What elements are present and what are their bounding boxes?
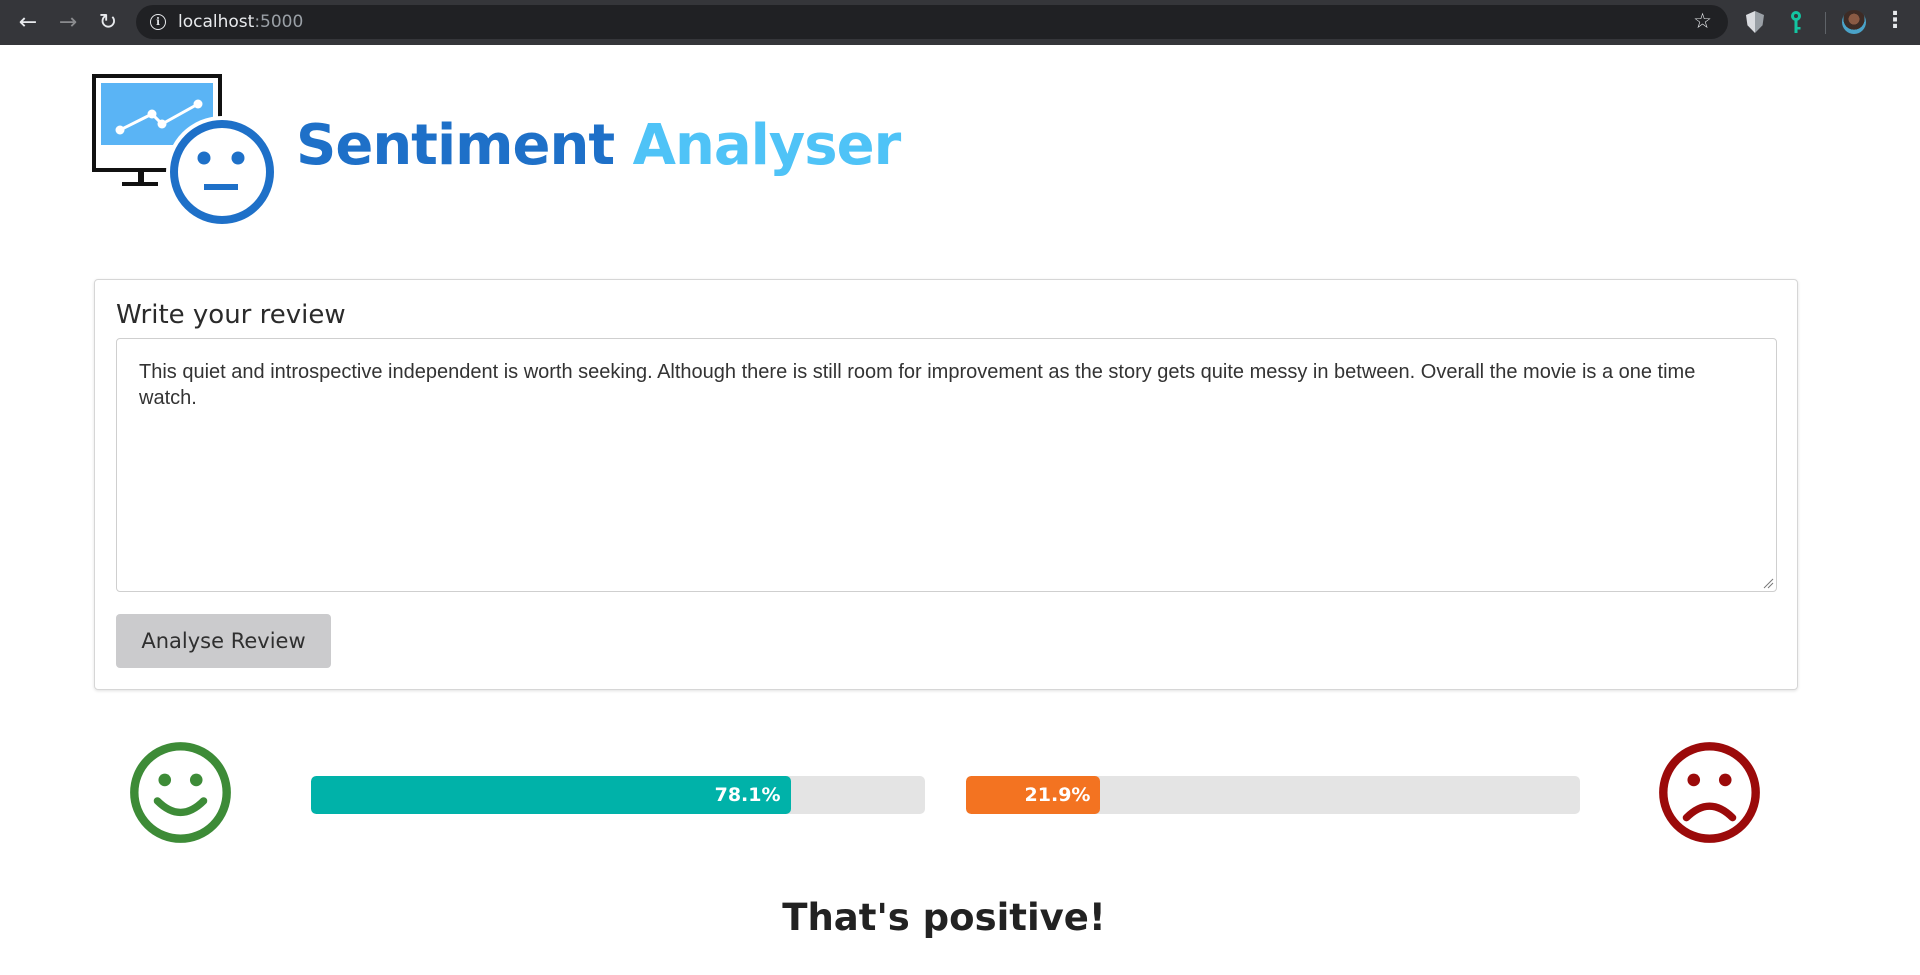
review-card: Write your review This quiet and introsp… [94,279,1798,690]
address-bar[interactable]: i localhost:5000 ☆ [136,5,1728,39]
analyse-review-button[interactable]: Analyse Review [116,614,331,668]
app-title: Sentiment Analyser [296,118,901,174]
positive-progress-fill: 78.1% [311,776,791,814]
monitor-chart-neutral-face-logo [92,74,278,228]
negative-progress-bar: 21.9% [966,776,1580,814]
shield-extension-icon[interactable] [1746,11,1764,33]
url-host: localhost [178,12,255,32]
key-extension-icon[interactable] [1788,10,1804,36]
back-arrow-icon[interactable]: ← [8,0,48,45]
app-title-part-1: Sentiment [296,113,633,178]
happy-face-icon [130,742,231,843]
url-port: :5000 [254,12,304,32]
star-icon[interactable]: ☆ [1693,9,1712,33]
card-heading: Write your review [116,300,346,330]
negative-percentage: 21.9% [1024,784,1091,806]
info-icon[interactable]: i [150,14,166,30]
resize-handle-icon[interactable] [1762,577,1774,589]
reload-icon[interactable]: ↻ [88,0,128,45]
positive-progress-bar: 78.1% [311,776,925,814]
profile-avatar[interactable] [1842,10,1866,34]
browser-toolbar: ← → ↻ i localhost:5000 ☆ ⋮ [0,0,1920,45]
menu-dots-icon[interactable]: ⋮ [1884,8,1906,33]
url-text[interactable]: localhost:5000 [178,12,303,32]
negative-progress-fill: 21.9% [966,776,1101,814]
app-title-part-2: Analyser [632,113,902,178]
positive-percentage: 78.1% [714,784,781,806]
forward-arrow-icon[interactable]: → [48,0,88,45]
review-textarea[interactable]: This quiet and introspective independent… [116,338,1777,592]
toolbar-divider [1825,12,1826,34]
sentiment-verdict: That's positive! [782,896,1106,939]
sad-face-icon [1659,742,1760,843]
